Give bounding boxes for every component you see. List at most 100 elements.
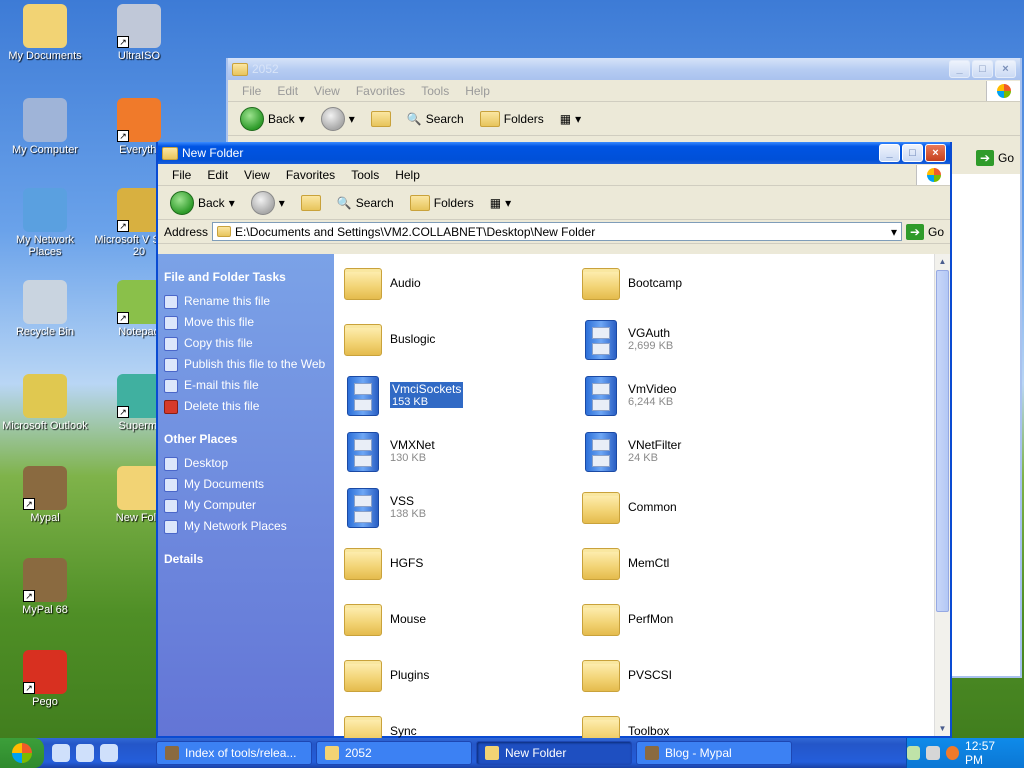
maximize-button[interactable]: □ [972,60,993,78]
desktop-icon[interactable]: ↗ MyPal 68 [0,558,90,616]
menu-edit[interactable]: Edit [199,168,236,182]
back-button[interactable]: Back ▾ [234,106,311,131]
start-button[interactable] [0,738,44,768]
taskbar-button[interactable]: Blog - Mypal [636,741,792,765]
menu-edit[interactable]: Edit [269,84,306,98]
file-item[interactable]: Buslogic [344,316,564,362]
details-title[interactable]: Details [164,552,328,566]
address-input[interactable]: E:\Documents and Settings\VM2.COLLABNET\… [212,222,902,241]
dropdown-arrow-icon[interactable]: ▾ [887,225,901,239]
other-places-title[interactable]: Other Places [164,432,328,446]
vertical-scrollbar[interactable]: ▲ ▼ [934,254,950,736]
desktop-icon[interactable]: ↗ UltraISO [94,4,184,62]
folders-button[interactable]: Folders [404,194,480,211]
go-button[interactable]: ➔ Go [905,223,950,240]
other-place-item[interactable]: My Network Places [164,519,328,534]
window-new-folder[interactable]: New Folder _ □ × File Edit View Favorite… [156,142,952,748]
menu-tools[interactable]: Tools [343,168,387,182]
menu-file[interactable]: File [164,168,199,182]
file-label: HGFS [390,556,423,570]
up-button[interactable] [365,110,397,127]
file-item[interactable]: VMXNet 130 KB [344,428,564,474]
file-list: Audio Bootcamp Buslogic VGAuth 2,699 KB VmciS… [334,254,934,748]
other-place-item[interactable]: My Computer [164,498,328,513]
scroll-up-icon[interactable]: ▲ [935,254,950,269]
minimize-button[interactable]: _ [879,144,900,162]
desktop-icon[interactable]: ↗ Pego [0,650,90,708]
file-item[interactable]: HGFS [344,540,564,586]
desktop-icon[interactable]: Microsoft Outlook [0,374,90,432]
views-button[interactable]: ▦ ▾ [484,196,517,210]
file-task-item[interactable]: Rename this file [164,294,328,309]
menu-help[interactable]: Help [457,84,498,98]
close-button[interactable]: × [925,144,946,162]
file-item[interactable]: VmciSockets 153 KB [344,372,564,418]
file-item[interactable]: Bootcamp [582,260,802,306]
file-label: PerfMon [628,612,673,626]
file-item[interactable]: VmVideo 6,244 KB [582,372,802,418]
minimize-button[interactable]: _ [949,60,970,78]
menu-favorites[interactable]: Favorites [278,168,343,182]
file-task-item[interactable]: E-mail this file [164,378,328,393]
desktop-icon[interactable]: My Documents [0,4,90,62]
menu-help[interactable]: Help [387,168,428,182]
taskbar-button[interactable]: 2052 [316,741,472,765]
other-place-item[interactable]: Desktop [164,456,328,471]
menu-file[interactable]: File [234,84,269,98]
file-item[interactable]: PVSCSI [582,652,802,698]
other-place-item[interactable]: My Documents [164,477,328,492]
file-item[interactable]: Plugins [344,652,564,698]
scroll-down-icon[interactable]: ▼ [935,721,950,736]
task-buttons: Index of tools/relea... 2052 New Folder Blo… [152,741,792,765]
mypal-icon[interactable] [76,744,94,762]
file-item[interactable]: VGAuth 2,699 KB [582,316,802,362]
menu-tools[interactable]: Tools [413,84,457,98]
scroll-thumb[interactable] [936,270,949,612]
search-tray-icon[interactable] [945,746,960,760]
up-folder-icon [370,110,391,127]
close-button[interactable]: × [995,60,1016,78]
menu-view[interactable]: View [306,84,348,98]
file-item[interactable]: PerfMon [582,596,802,642]
maximize-button[interactable]: □ [902,144,923,162]
folder-icon [582,544,620,582]
file-name: MemCtl [628,556,670,570]
go-button-2052[interactable]: ➔ Go [975,150,1014,166]
back-button[interactable]: Back ▾ [164,190,241,215]
file-tasks-title[interactable]: File and Folder Tasks [164,270,328,284]
menu-favorites[interactable]: Favorites [348,84,413,98]
search-button[interactable]: 🔍 Search [401,112,470,126]
file-task-item[interactable]: Delete this file [164,399,328,414]
titlebar-new-folder[interactable]: New Folder _ □ × [158,142,950,164]
desktop-icon[interactable]: My Computer [0,98,90,156]
search-button[interactable]: 🔍 Search [331,196,400,210]
forward-button[interactable]: ▾ [245,190,291,215]
file-item[interactable]: VNetFilter 24 KB [582,428,802,474]
outlook-icon[interactable] [100,744,118,762]
file-task-item[interactable]: Publish this file to the Web [164,357,328,372]
ie-icon[interactable] [52,744,70,762]
network-icon[interactable] [907,746,921,760]
file-task-item[interactable]: Move this file [164,315,328,330]
file-item[interactable]: MemCtl [582,540,802,586]
file-name: Toolbox [628,724,670,738]
folders-button[interactable]: Folders [474,110,550,127]
volume-icon[interactable] [926,746,940,760]
menu-view[interactable]: View [236,168,278,182]
file-item[interactable]: Mouse [344,596,564,642]
file-name: Mouse [390,612,427,626]
file-item[interactable]: VSS 138 KB [344,484,564,530]
views-button[interactable]: ▦ ▾ [554,112,587,126]
titlebar-2052[interactable]: 2052 _ □ × [228,58,1020,80]
taskbar-button[interactable]: New Folder [476,741,632,765]
forward-button[interactable]: ▾ [315,106,361,131]
file-item[interactable]: Common [582,484,802,530]
file-task-item[interactable]: Copy this file [164,336,328,351]
up-button[interactable] [295,194,327,211]
file-item[interactable]: Audio [344,260,564,306]
taskbar-button[interactable]: Index of tools/relea... [156,741,312,765]
desktop-icon[interactable]: ↗ Mypal [0,466,90,524]
desktop-icon[interactable]: My Network Places [0,188,90,258]
file-label: VMXNet 130 KB [390,438,435,464]
desktop-icon[interactable]: Recycle Bin [0,280,90,338]
